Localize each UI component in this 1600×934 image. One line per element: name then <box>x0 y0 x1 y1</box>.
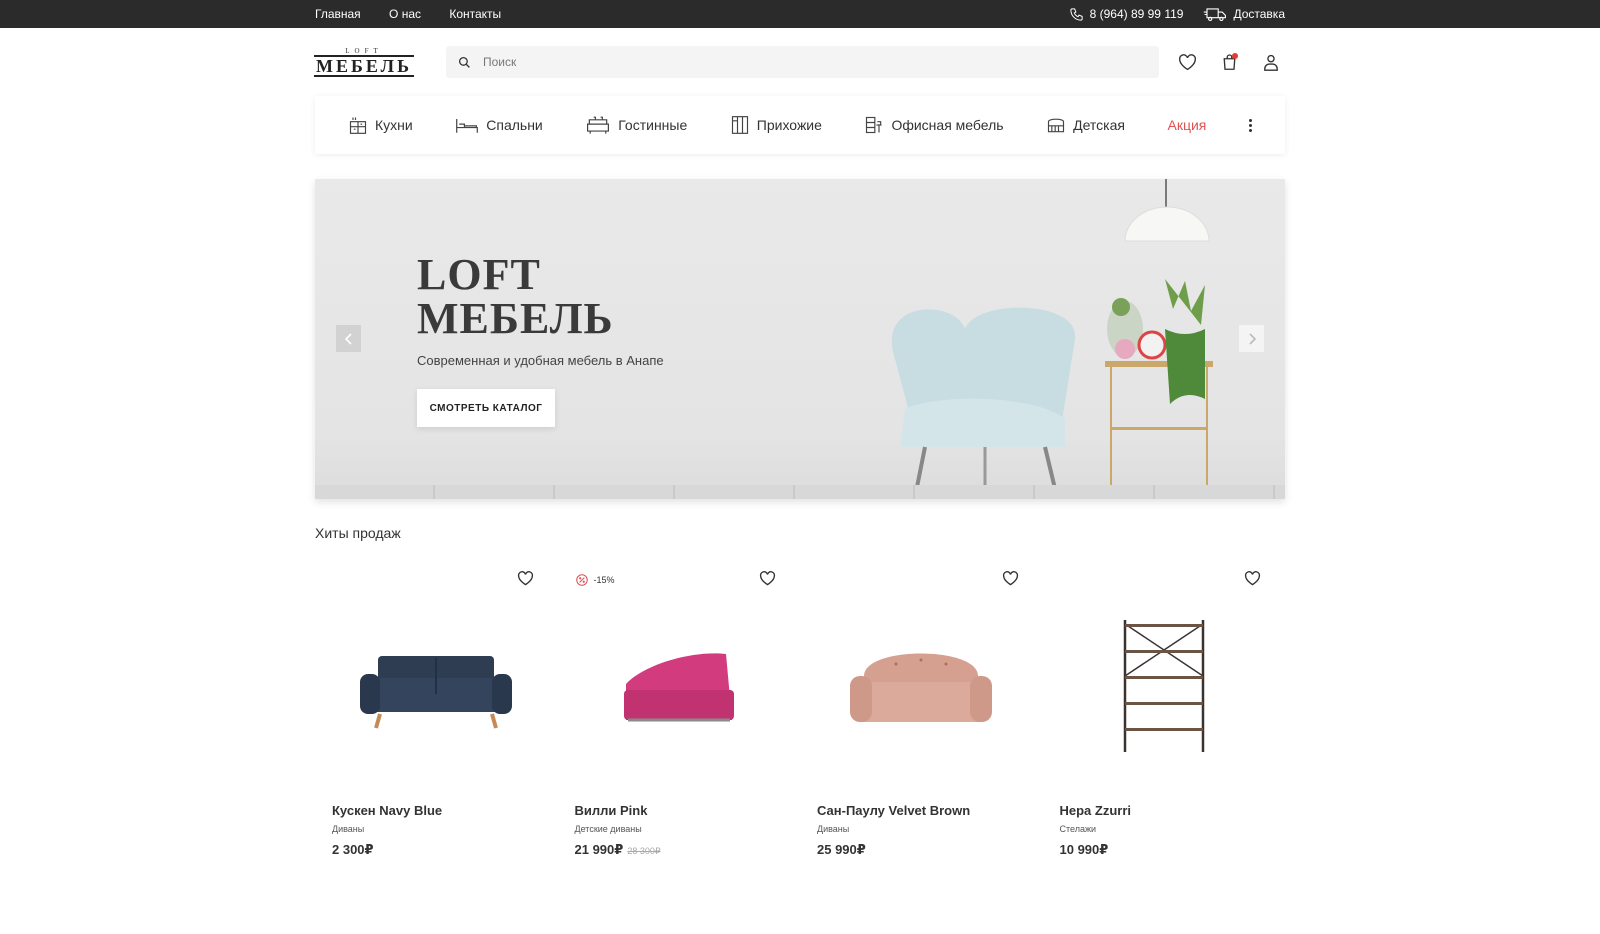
category-sale[interactable]: Акция <box>1168 117 1207 133</box>
add-to-wishlist-button[interactable] <box>1002 571 1019 591</box>
search-bar <box>446 46 1159 78</box>
category-living-rooms[interactable]: Гостинные <box>585 115 687 135</box>
category-label: Детская <box>1073 117 1125 133</box>
sofa-image <box>850 653 993 722</box>
bestsellers-heading: Хиты продаж <box>315 525 401 541</box>
discount-badge: -15% <box>575 573 615 587</box>
heart-icon <box>1244 571 1261 586</box>
category-kids[interactable]: Детская <box>1046 115 1125 135</box>
truck-icon <box>1204 7 1227 21</box>
wardrobe-icon <box>731 116 748 134</box>
hero-title-line2: МЕБЕЛЬ <box>417 294 614 343</box>
add-to-wishlist-button[interactable] <box>1244 571 1261 591</box>
account-button[interactable] <box>1261 52 1281 72</box>
category-label: Акция <box>1167 117 1207 133</box>
chevron-right-icon <box>1248 332 1256 345</box>
logo-top-text: LOFT <box>345 46 383 55</box>
kids-sofa-image <box>623 653 734 722</box>
delivery-link[interactable]: Доставка <box>1203 7 1285 22</box>
product-price: 21 990₽ 28 300₽ <box>574 842 661 857</box>
nav-link-home[interactable]: Главная <box>315 7 361 21</box>
search-icon[interactable] <box>458 56 471 69</box>
bed-icon <box>456 119 479 133</box>
category-hallways[interactable]: Прихожие <box>730 115 822 135</box>
product-price: 10 990₽ <box>1059 842 1109 857</box>
shelf-image <box>1123 620 1204 752</box>
product-list: Кускен Navy Blue Диваны 2 300₽ -15% Вилл… <box>315 571 1285 871</box>
category-label: Офисная мебель <box>891 117 1004 133</box>
heart-icon <box>517 571 533 586</box>
product-name[interactable]: Кускен Navy Blue <box>332 803 541 818</box>
product-name[interactable]: Вилли Pink <box>575 803 784 818</box>
product-card[interactable]: Сан-Паулу Velvet Brown Диваны 25 990₽ <box>800 571 1043 871</box>
product-image[interactable] <box>1060 571 1269 801</box>
product-category: Диваны <box>332 824 365 834</box>
office-icon <box>866 116 882 134</box>
hero-subtitle: Современная и удобная мебель в Анапе <box>417 353 664 368</box>
phone-link[interactable]: 8 (964) 89 99 119 <box>1069 7 1184 22</box>
category-bedrooms[interactable]: Спальни <box>455 115 543 135</box>
hero-title-line1: LOFT <box>417 250 541 299</box>
floor-strip <box>315 485 1285 499</box>
hero-banner: LOFT МЕБЕЛЬ Современная и удобная мебель… <box>315 179 1285 499</box>
cart-button[interactable] <box>1219 52 1239 72</box>
heart-icon <box>1178 53 1196 70</box>
heart-icon <box>759 571 776 586</box>
heart-icon <box>1002 571 1018 586</box>
sofa-image <box>360 656 513 729</box>
sofa-icon <box>587 116 610 134</box>
product-name[interactable]: Сан-Паулу Velvet Brown <box>817 803 1026 818</box>
add-to-wishlist-button[interactable] <box>759 571 776 591</box>
top-nav: Главная О нас Контакты <box>315 7 526 21</box>
product-category: Детские диваны <box>574 824 642 834</box>
product-image[interactable] <box>332 571 541 801</box>
header: LOFT МЕБЕЛЬ <box>314 28 1285 96</box>
delivery-label: Доставка <box>1233 7 1285 21</box>
view-catalog-button[interactable]: СМОТРЕТЬ КАТАЛОГ <box>417 389 555 427</box>
product-price: 25 990₽ <box>817 842 866 857</box>
logo[interactable]: LOFT МЕБЕЛЬ <box>314 46 414 77</box>
kitchen-icon <box>349 117 367 134</box>
more-menu-button[interactable] <box>1248 118 1252 132</box>
product-card[interactable]: Кускен Navy Blue Диваны 2 300₽ <box>315 571 558 871</box>
product-name[interactable]: Нера Zzurri <box>1060 803 1269 818</box>
cart-notification-dot <box>1232 53 1238 59</box>
slider-prev-button[interactable] <box>336 325 361 352</box>
product-category: Диваны <box>817 824 850 834</box>
category-label: Кухни <box>375 117 413 133</box>
phone-number: 8 (964) 89 99 119 <box>1089 7 1184 21</box>
discount-value: -15% <box>593 575 615 585</box>
slider-next-button[interactable] <box>1239 325 1264 352</box>
category-label: Прихожие <box>756 117 822 133</box>
logo-main-text: МЕБЕЛЬ <box>314 54 414 77</box>
category-label: Гостинные <box>618 117 688 133</box>
discount-icon <box>575 574 588 586</box>
category-office[interactable]: Офисная мебель <box>864 115 1004 135</box>
wishlist-button[interactable] <box>1177 52 1197 72</box>
product-price: 2 300₽ <box>332 842 374 857</box>
product-image[interactable] <box>817 571 1026 801</box>
add-to-wishlist-button[interactable] <box>517 571 534 591</box>
top-bar: Главная О нас Контакты 8 (964) 89 99 119… <box>0 0 1600 28</box>
crib-icon <box>1048 118 1065 133</box>
chevron-left-icon <box>344 332 352 345</box>
category-kitchens[interactable]: Кухни <box>348 115 413 135</box>
category-label: Спальни <box>486 117 543 133</box>
product-card[interactable]: -15% Вилли Pink Детские диваны 21 990₽ 28… <box>558 571 801 871</box>
search-input[interactable] <box>483 55 1083 69</box>
nav-link-about[interactable]: О нас <box>389 7 421 21</box>
category-nav: Кухни Спальни Гостинные Прихожие Офисная… <box>315 96 1285 154</box>
user-icon <box>1264 54 1278 71</box>
product-image[interactable] <box>575 571 784 801</box>
product-category: Стелажи <box>1059 824 1097 834</box>
nav-link-contacts[interactable]: Контакты <box>449 7 501 21</box>
hero-title: LOFT МЕБЕЛЬ <box>417 253 614 341</box>
phone-icon <box>1069 7 1083 21</box>
product-card[interactable]: Нера Zzurri Стелажи 10 990₽ <box>1043 571 1286 871</box>
old-price: 28 300₽ <box>627 846 661 856</box>
